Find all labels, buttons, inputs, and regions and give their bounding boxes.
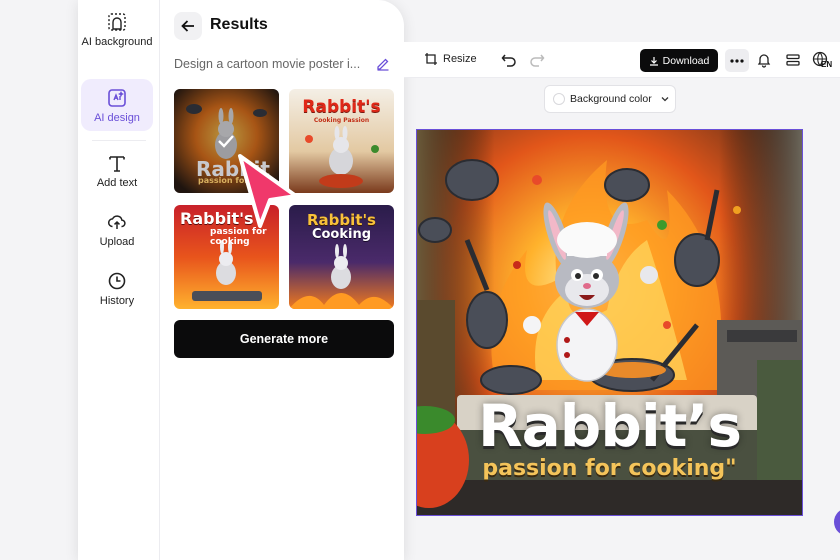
download-icon bbox=[649, 56, 658, 66]
ai-design-icon bbox=[108, 89, 126, 107]
edit-icon[interactable] bbox=[376, 57, 390, 71]
resize-button[interactable]: Resize bbox=[424, 52, 477, 66]
thumbnail-subtitle: Cooking Passion bbox=[313, 117, 370, 124]
pointer-cursor-icon bbox=[238, 154, 298, 228]
redo-icon[interactable] bbox=[529, 52, 545, 68]
editor-toolbar: Resize Download EN bbox=[404, 42, 840, 78]
layers-icon[interactable] bbox=[785, 52, 801, 68]
rail-item-upload[interactable]: Upload bbox=[81, 212, 153, 254]
ellipsis-icon bbox=[730, 58, 744, 63]
undo-icon[interactable] bbox=[501, 52, 517, 68]
rail-item-history[interactable]: History bbox=[81, 271, 153, 313]
rail-divider bbox=[92, 140, 146, 141]
download-button[interactable]: Download bbox=[640, 49, 718, 72]
generate-more-button[interactable]: Generate more bbox=[174, 320, 394, 358]
result-thumbnail-4[interactable]: Rabbit's Cooking bbox=[289, 205, 394, 309]
chevron-down-icon bbox=[661, 97, 669, 102]
resize-label: Resize bbox=[443, 53, 477, 65]
text-icon bbox=[109, 156, 125, 172]
poster-title[interactable]: Rabbit’s bbox=[417, 392, 802, 460]
rail-item-label: Add text bbox=[96, 177, 138, 189]
rail-item-label: History bbox=[99, 295, 135, 307]
background-color-dropdown[interactable]: Background color bbox=[544, 85, 676, 113]
arrow-left-icon bbox=[181, 20, 194, 32]
rail-item-label: AI design bbox=[94, 112, 140, 124]
poster-subtitle[interactable]: passion for cooking" bbox=[417, 456, 802, 481]
tool-rail: AI background AI design Add text Upload bbox=[78, 0, 160, 560]
results-title: Results bbox=[210, 16, 268, 33]
rail-item-label: Upload bbox=[99, 236, 135, 248]
clock-icon bbox=[108, 272, 126, 290]
more-options-button[interactable] bbox=[725, 49, 749, 72]
thumbnail-title: Rabbit's bbox=[302, 97, 381, 117]
results-panel: Results Design a cartoon movie poster i.… bbox=[160, 0, 404, 560]
rail-item-ai-background[interactable]: AI background bbox=[81, 12, 153, 66]
left-panel: AI background AI design Add text Upload bbox=[78, 0, 404, 560]
rail-item-add-text[interactable]: Add text bbox=[81, 153, 153, 195]
prompt-text[interactable]: Design a cartoon movie poster i... bbox=[174, 57, 366, 71]
result-thumbnail-2[interactable]: Rabbit's Cooking Passion bbox=[289, 89, 394, 193]
edge-avatar[interactable] bbox=[834, 508, 840, 536]
ai-background-icon bbox=[108, 13, 126, 31]
resize-icon bbox=[425, 53, 437, 65]
thumbnail-subtitle: Cooking bbox=[311, 227, 372, 242]
checkmark-icon bbox=[218, 135, 234, 148]
bell-icon[interactable] bbox=[756, 52, 772, 68]
back-button[interactable] bbox=[174, 12, 202, 40]
background-color-label: Background color bbox=[570, 93, 652, 105]
language-label: EN bbox=[821, 60, 833, 69]
color-swatch bbox=[553, 93, 565, 105]
upload-cloud-icon bbox=[107, 215, 126, 229]
download-label: Download bbox=[662, 54, 710, 67]
rail-item-ai-design[interactable]: AI design bbox=[81, 79, 153, 131]
design-canvas[interactable]: Rabbit’s passion for cooking" bbox=[416, 129, 803, 516]
rail-item-label: AI background bbox=[81, 36, 153, 48]
